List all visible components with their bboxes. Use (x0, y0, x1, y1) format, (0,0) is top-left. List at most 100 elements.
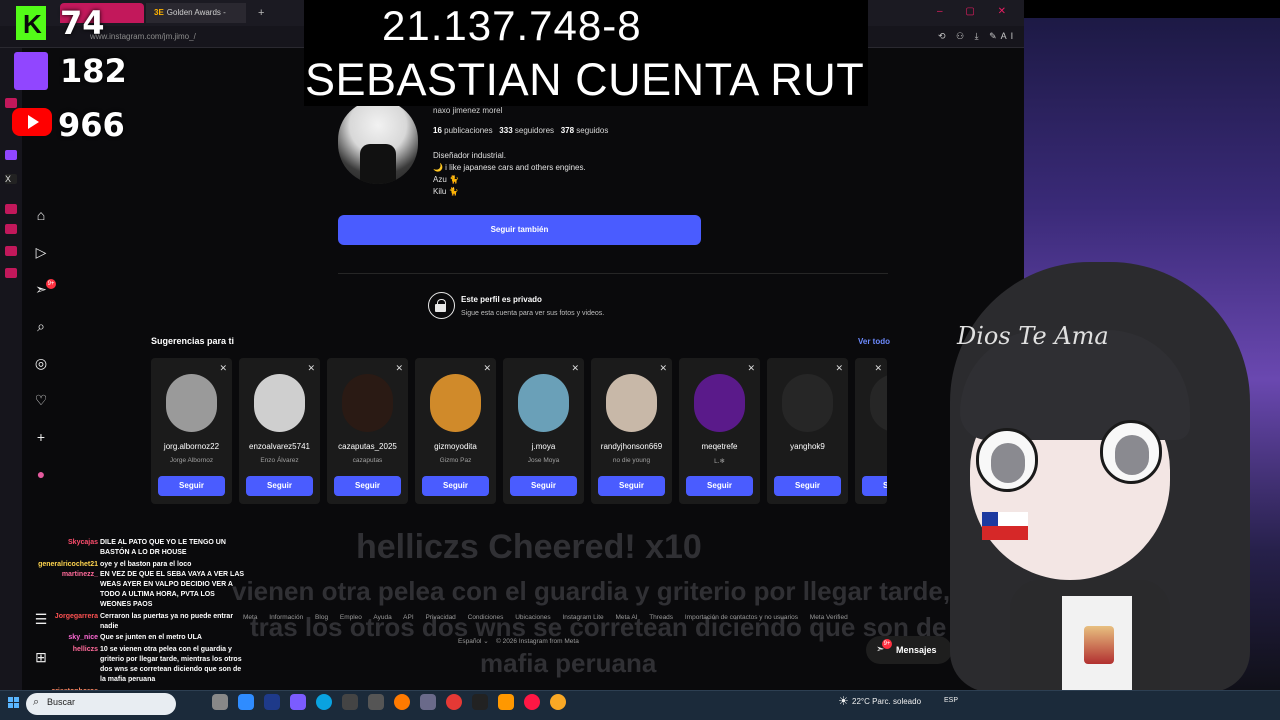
suggestion-avatar[interactable] (694, 374, 745, 432)
app-v-icon[interactable] (264, 694, 280, 710)
create-icon[interactable]: + (34, 430, 48, 444)
see-all-link[interactable]: Ver todo (858, 337, 890, 346)
suggestion-username[interactable]: meqetrefe (679, 442, 760, 451)
follow-suggestion-button[interactable]: Seguir (510, 476, 577, 496)
suggestion-avatar[interactable] (870, 374, 887, 432)
dismiss-suggestion-icon[interactable]: ✕ (571, 363, 579, 374)
suggestion-username[interactable]: enzoalvarez5741 (239, 442, 320, 451)
chat-username[interactable]: Jorgegarrera (26, 612, 98, 622)
heart-icon[interactable]: ♡ (34, 393, 48, 407)
footer-link[interactable]: API (403, 614, 413, 621)
suggestion-avatar[interactable] (606, 374, 657, 432)
suggestion-avatar[interactable] (254, 374, 305, 432)
footer-link[interactable]: Meta Verified (810, 614, 848, 621)
profile-avatar[interactable] (338, 100, 418, 184)
follow-suggestion-button[interactable]: Seguir (246, 476, 313, 496)
footer-link[interactable]: Empleo (340, 614, 362, 621)
chrome-icon[interactable] (446, 694, 462, 710)
taskbar-search-label[interactable]: Buscar (47, 697, 75, 707)
follow-suggestion-button[interactable]: Seguir (686, 476, 753, 496)
language-indicator[interactable]: ESP (944, 697, 958, 704)
new-tab-button[interactable]: + (250, 3, 272, 23)
follow-suggestion-button[interactable]: Seguir (422, 476, 489, 496)
app-icon[interactable] (368, 694, 384, 710)
firefox-icon[interactable] (394, 694, 410, 710)
language-select[interactable]: Español (458, 638, 482, 645)
x-icon[interactable]: X (5, 174, 17, 184)
footer-link[interactable]: Privacidad (425, 614, 455, 621)
followers-count[interactable]: 333 (499, 126, 512, 135)
follow-suggestion-button[interactable]: Seguir (774, 476, 841, 496)
suggestion-avatar[interactable] (166, 374, 217, 432)
dismiss-suggestion-icon[interactable]: ✕ (219, 363, 227, 374)
search-icon[interactable]: ⌕ (34, 319, 48, 333)
app-icon[interactable] (498, 694, 514, 710)
dismiss-suggestion-icon[interactable]: ✕ (747, 363, 755, 374)
app-icon[interactable] (342, 694, 358, 710)
footer-link[interactable]: Condiciones (468, 614, 504, 621)
suggestion-username[interactable]: randyjhonson669 (591, 442, 672, 451)
chat-username[interactable]: helliczs (26, 645, 98, 655)
app-icon[interactable] (550, 694, 566, 710)
home-icon[interactable]: ⌂ (34, 208, 48, 222)
weather-text[interactable]: 22°C Parc. soleado (852, 697, 921, 706)
suggestion-username[interactable]: yanghok9 (767, 442, 848, 451)
app-icon[interactable] (472, 694, 488, 710)
twitch-icon[interactable] (5, 150, 17, 160)
suggestion-avatar[interactable] (430, 374, 481, 432)
footer-link[interactable]: Ubicaciones (515, 614, 550, 621)
dismiss-suggestion-icon[interactable]: ✕ (874, 363, 882, 374)
opera-icon[interactable] (524, 694, 540, 710)
sidebar-app-icon[interactable] (5, 204, 17, 214)
chat-username[interactable]: generalricochet21 (26, 560, 98, 570)
suggestion-avatar[interactable] (518, 374, 569, 432)
follow-suggestion-button[interactable]: Seguir (598, 476, 665, 496)
footer-link[interactable]: Threads (649, 614, 673, 621)
sidebar-app-icon[interactable] (5, 98, 17, 108)
ai-button[interactable]: AI (1001, 31, 1018, 41)
app-icon[interactable] (290, 694, 306, 710)
suggestion-card[interactable]: ✕ cazaputas_2025 cazaputas Seguir (327, 358, 408, 504)
following-count[interactable]: 378 (561, 126, 574, 135)
dismiss-suggestion-icon[interactable]: ✕ (835, 363, 843, 374)
dismiss-suggestion-icon[interactable]: ✕ (307, 363, 315, 374)
windows-start-icon[interactable] (8, 697, 20, 709)
suggestion-card[interactable]: ✕ yanghok9 Seguir (767, 358, 848, 504)
suggestion-username[interactable]: gizmoyodita (415, 442, 496, 451)
dismiss-suggestion-icon[interactable]: ✕ (395, 363, 403, 374)
footer-link[interactable]: Meta AI (615, 614, 637, 621)
suggestion-username[interactable]: cazaputas_2025 (327, 442, 408, 451)
chat-username[interactable]: sky_nice (26, 633, 98, 643)
chat-username[interactable]: martinezz_ (26, 570, 98, 580)
footer-link[interactable]: Blog (315, 614, 328, 621)
suggestion-card[interactable]: ✕ gizmoyodita Gizmo Paz Seguir (415, 358, 496, 504)
footer-link[interactable]: Instagram Lite (562, 614, 603, 621)
browser-tab-golden-awards[interactable]: 3EGolden Awards - Fotos (146, 3, 246, 37)
suggestion-avatar[interactable] (782, 374, 833, 432)
copilot-icon[interactable] (238, 694, 254, 710)
url-text[interactable]: www.instagram.com/jm.jimo_/ (90, 32, 196, 41)
window-controls[interactable]: ‒ ▢ ✕ (937, 6, 1016, 17)
follow-suggestion-button[interactable]: Seguir (158, 476, 225, 496)
suggestion-card[interactable]: ✕ randyjhonson669 no die young Seguir (591, 358, 672, 504)
suggestion-card[interactable]: ✕ jorg.albornoz22 Jorge Albornoz Seguir (151, 358, 232, 504)
reels-icon[interactable]: ▷ (34, 245, 48, 259)
suggestion-card[interactable]: ✕ sk Seguir (855, 358, 887, 504)
browser-toolbar-icons[interactable]: ⟲ ⚇ ⤓ ✎AI ☰ (938, 31, 1036, 42)
app-v-icon[interactable] (420, 694, 436, 710)
dismiss-suggestion-icon[interactable]: ✕ (483, 363, 491, 374)
sidebar-app-icon[interactable] (5, 268, 17, 278)
explore-icon[interactable]: ◎ (34, 356, 48, 370)
footer-link[interactable]: Ayuda (373, 614, 391, 621)
follow-back-button[interactable]: Seguir también (338, 215, 701, 245)
following-label[interactable]: seguidos (576, 126, 608, 135)
suggestion-card[interactable]: ✕ enzoalvarez5741 Enzo Álvarez Seguir (239, 358, 320, 504)
suggestion-avatar[interactable] (342, 374, 393, 432)
chat-username[interactable]: Skycajas (26, 538, 98, 548)
dismiss-suggestion-icon[interactable]: ✕ (659, 363, 667, 374)
followers-label[interactable]: seguidores (515, 126, 554, 135)
footer-link[interactable]: Información (269, 614, 303, 621)
sidebar-app-icon[interactable] (5, 246, 17, 256)
suggestion-username[interactable]: jorg.albornoz22 (151, 442, 232, 451)
suggestion-username[interactable]: j.moya (503, 442, 584, 451)
